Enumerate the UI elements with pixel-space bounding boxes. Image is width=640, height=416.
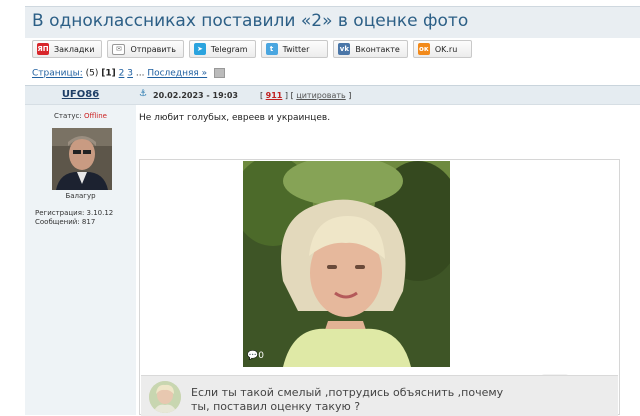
comment-line-2: ты, поставил оценку такую ? bbox=[191, 400, 361, 413]
share-twitter-button[interactable]: t Twitter bbox=[260, 40, 329, 58]
page-2-link[interactable]: 2 bbox=[119, 69, 125, 79]
yandex-icon: ЯП bbox=[37, 43, 49, 55]
anchor-icon[interactable]: ⚓ bbox=[139, 89, 147, 99]
share-label: Twitter bbox=[282, 44, 310, 54]
share-ok-button[interactable]: ок OK.ru bbox=[412, 40, 473, 58]
bracket-close: ] bbox=[348, 91, 352, 100]
twitter-icon: t bbox=[265, 43, 278, 55]
last-page-link[interactable]: Последняя » bbox=[147, 69, 207, 79]
page-jump-icon[interactable] bbox=[214, 68, 226, 78]
share-telegram-button[interactable]: ➤ Telegram bbox=[188, 40, 256, 58]
photo-comment-counter[interactable]: 💬0 bbox=[247, 351, 264, 361]
post-text: Не любит голубых, евреев и украинцев. bbox=[139, 113, 331, 123]
post-number-link[interactable]: 911 bbox=[266, 91, 283, 100]
comment-text: Если ты такой смелый ,потрудись объяснит… bbox=[191, 386, 503, 414]
odnoklassniki-icon: ок bbox=[417, 43, 430, 55]
comment-bubble-icon: 💬 bbox=[247, 351, 259, 361]
post-date: 20.02.2023 - 19:03 bbox=[153, 91, 238, 100]
share-bookmarks-button[interactable]: ЯП Закладки bbox=[32, 40, 103, 58]
bracket-open: [ bbox=[260, 91, 264, 100]
share-send-button[interactable]: ✉ Отправить bbox=[107, 40, 184, 58]
vk-icon: vk bbox=[338, 43, 351, 55]
share-label: Отправить bbox=[130, 44, 176, 54]
status-label: Статус: bbox=[54, 112, 82, 120]
share-toolbar: ЯП Закладки ✉ Отправить ➤ Telegram t Twi… bbox=[32, 40, 473, 60]
comment-box: Если ты такой смелый ,потрудись объяснит… bbox=[141, 375, 618, 416]
registration-date: Регистрация: 3.10.12 bbox=[35, 209, 114, 217]
author-status: Статус: Offline bbox=[25, 112, 136, 120]
author-name-link[interactable]: UFO86 bbox=[25, 89, 136, 100]
share-label: Вконтакте bbox=[355, 44, 400, 54]
author-avatar[interactable] bbox=[52, 128, 112, 190]
pagination: Страницы: (5) [1] 2 3 ... Последняя » bbox=[32, 68, 226, 79]
mail-icon: ✉ bbox=[112, 43, 126, 55]
status-value: Offline bbox=[83, 112, 107, 120]
message-count: Сообщений: 817 bbox=[35, 218, 96, 226]
post-header: ⚓ 20.02.2023 - 19:03 [ 911 ] [ цитироват… bbox=[136, 86, 640, 105]
share-label: Telegram bbox=[210, 44, 248, 54]
author-stats: Регистрация: 3.10.12 Сообщений: 817 bbox=[35, 209, 113, 227]
page-3-link[interactable]: 3 bbox=[127, 69, 133, 79]
bracket-middle: ] [ bbox=[284, 91, 294, 100]
post-meta: [ 911 ] [ цитировать ] bbox=[260, 91, 351, 100]
topic-title-bar: В одноклассниках поставили «2» в оценке … bbox=[25, 6, 640, 38]
share-label: Закладки bbox=[54, 44, 95, 54]
pagination-label[interactable]: Страницы: bbox=[32, 69, 83, 79]
commenter-avatar[interactable] bbox=[149, 381, 181, 413]
quote-link[interactable]: цитировать bbox=[296, 91, 345, 100]
topic-title: В одноклассниках поставили «2» в оценке … bbox=[32, 11, 469, 31]
share-label: OK.ru bbox=[434, 44, 458, 54]
telegram-icon: ➤ bbox=[193, 43, 206, 55]
share-vk-button[interactable]: vk Вконтакте bbox=[333, 40, 408, 58]
page-ellipsis: ... bbox=[135, 68, 145, 79]
current-page: [1] bbox=[101, 68, 116, 79]
page-count: (5) bbox=[85, 68, 99, 79]
comment-line-1: Если ты такой смелый ,потрудись объяснит… bbox=[191, 386, 504, 399]
post-photo[interactable]: 💬0 bbox=[243, 161, 450, 367]
author-rank: Балагур bbox=[65, 192, 96, 200]
commenter-avatar-image bbox=[149, 381, 181, 413]
avatar-image bbox=[52, 128, 112, 190]
photo-comment-count: 0 bbox=[258, 351, 264, 361]
photo-image bbox=[243, 161, 450, 367]
author-header: UFO86 bbox=[25, 86, 136, 105]
